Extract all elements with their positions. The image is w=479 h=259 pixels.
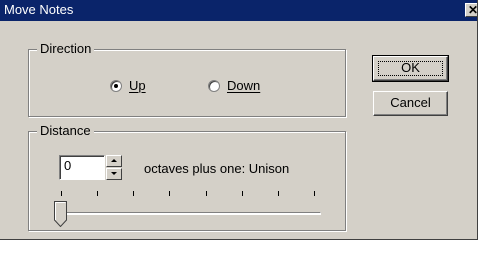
slider-tick [314,191,315,196]
direction-up-radio[interactable]: Up [110,78,146,93]
direction-up-label: Up [129,78,146,93]
direction-group: Direction [28,41,346,117]
slider-tick [133,191,134,196]
slider-thumb-icon[interactable] [54,201,67,227]
direction-legend: Direction [37,41,95,57]
distance-group: Distance [28,123,346,231]
title-bar[interactable]: Move Notes ✕ [0,0,478,21]
slider-tick [169,191,170,196]
spin-up-icon [111,159,117,162]
distance-legend: Distance [37,123,94,139]
spin-down-button[interactable] [106,168,122,180]
close-icon: ✕ [467,3,478,17]
cancel-label: Cancel [390,95,431,110]
direction-down-radio[interactable]: Down [208,78,260,93]
slider-tick [206,191,207,196]
octaves-plus-label: octaves plus one: Unison [144,161,290,176]
distance-slider-track[interactable] [57,212,321,215]
spin-up-button[interactable] [106,155,122,167]
slider-tick [242,191,243,196]
ok-button[interactable]: OK [372,55,449,82]
cancel-button[interactable]: Cancel [373,91,448,116]
slider-tick [97,191,98,196]
slider-tick [61,191,62,196]
radio-up-indicator [110,79,122,92]
octaves-spinner [106,155,122,180]
move-notes-dialog: Move Notes ✕ Direction Up Down OK Cancel… [0,0,478,240]
slider-tick [278,191,279,196]
close-button[interactable]: ✕ [465,3,478,17]
direction-down-label: Down [227,78,261,93]
spin-down-icon [111,172,117,175]
window-title: Move Notes [4,2,74,17]
focus-rect [378,61,443,76]
octaves-input[interactable]: 0 [59,155,105,180]
radio-down-indicator [208,79,220,92]
